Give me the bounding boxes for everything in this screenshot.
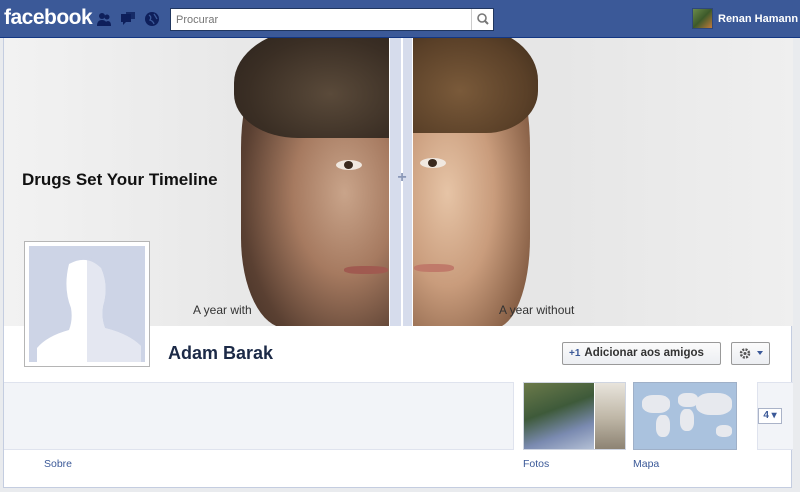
profile-name[interactable]: Adam Barak — [168, 343, 273, 364]
photo-thumbnail — [524, 383, 594, 449]
cover-caption-left: A year with — [193, 303, 252, 317]
add-friend-icon: +1 — [569, 348, 581, 359]
timeline-divider: + — [389, 38, 413, 326]
timeline-page: + Drugs Set Your Timeline A year with A … — [3, 38, 793, 488]
plus-icon[interactable]: + — [394, 170, 410, 186]
default-avatar-icon — [29, 246, 145, 362]
search-icon — [477, 13, 489, 25]
more-sections-box: 4 ▾ — [757, 382, 793, 450]
user-name: Renan Hamann — [718, 13, 799, 25]
friend-requests-icon[interactable] — [96, 11, 112, 27]
tab-about[interactable]: Sobre — [44, 458, 72, 470]
top-navigation-bar: facebook Renan Hamann — [0, 0, 800, 38]
search-input[interactable] — [171, 9, 471, 30]
messages-icon[interactable] — [120, 11, 136, 27]
map-section[interactable] — [633, 382, 737, 450]
search-button[interactable] — [471, 9, 493, 30]
gear-icon — [739, 348, 763, 359]
photos-section[interactable] — [523, 382, 626, 450]
tab-map[interactable]: Mapa — [633, 458, 659, 470]
photo-thumbnail — [595, 383, 625, 449]
profile-picture[interactable] — [24, 241, 150, 367]
facebook-logo[interactable]: facebook — [4, 6, 93, 30]
more-sections-button[interactable]: 4 ▾ — [758, 408, 782, 424]
cover-title: Drugs Set Your Timeline — [22, 170, 218, 189]
user-avatar — [692, 8, 713, 29]
more-count: 4 — [763, 410, 769, 421]
add-friend-button[interactable]: +1 Adicionar aos amigos — [562, 342, 721, 365]
search-box — [170, 8, 494, 31]
tab-photos[interactable]: Fotos — [523, 458, 549, 470]
add-friend-label: Adicionar aos amigos — [584, 347, 704, 359]
notifications-icon[interactable] — [144, 11, 160, 27]
cover-caption-right: A year without — [499, 303, 575, 317]
settings-menu-button[interactable] — [731, 342, 770, 365]
about-section[interactable] — [4, 382, 514, 450]
